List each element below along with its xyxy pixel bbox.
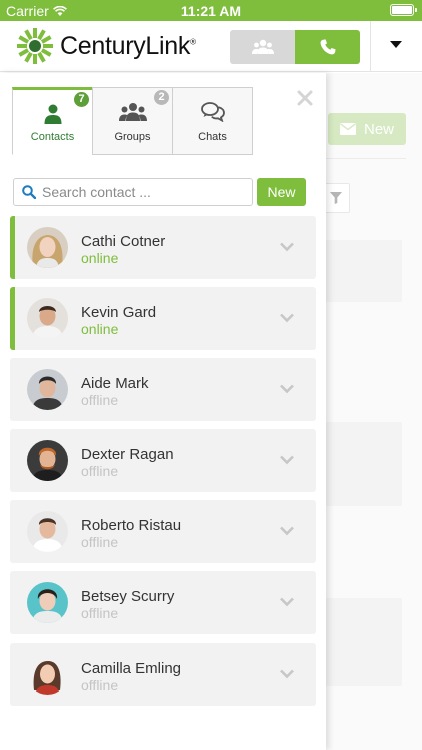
background-card xyxy=(326,422,402,506)
contact-name: Kevin Gard xyxy=(81,304,157,321)
header-divider xyxy=(370,21,371,72)
group-icon xyxy=(118,103,147,121)
logo-wordmark: CenturyLink® xyxy=(60,31,196,60)
contact-name: Aide Mark xyxy=(81,375,149,392)
contact-status: offline xyxy=(81,534,119,550)
background-new-label: New xyxy=(364,120,395,138)
tab-contacts-label: Contacts xyxy=(30,131,75,143)
chevron-down-icon[interactable] xyxy=(280,242,294,252)
background-divider xyxy=(326,158,406,159)
contact-name: Betsey Scurry xyxy=(81,588,175,605)
drawer-tabs: 7 Contacts 2 Groups Chats xyxy=(12,87,253,155)
phone-mode-button[interactable] xyxy=(295,30,360,64)
contact-status: online xyxy=(81,321,119,337)
group-icon xyxy=(251,39,274,54)
chevron-down-icon[interactable] xyxy=(280,313,294,323)
contact-status: offline xyxy=(81,392,119,408)
contact-status: offline xyxy=(81,605,119,621)
tab-chats-label: Chats xyxy=(198,131,227,143)
centurylink-logo-icon xyxy=(17,28,53,64)
contact-item[interactable]: Roberto Ristau offline xyxy=(10,500,316,563)
contact-status: offline xyxy=(81,463,119,479)
status-time: 11:21 AM xyxy=(180,3,242,19)
app-header: CenturyLink® xyxy=(0,21,422,72)
contact-item[interactable]: Aide Mark offline xyxy=(10,358,316,421)
envelope-icon xyxy=(340,123,356,135)
contact-item[interactable]: Cathi Cotner online xyxy=(10,216,316,279)
avatar xyxy=(27,654,68,695)
status-bar: Carrier 11:21 AM xyxy=(0,0,422,21)
contact-item[interactable]: Camilla Emling offline xyxy=(10,643,316,706)
person-icon xyxy=(44,104,61,124)
mode-switch xyxy=(230,30,360,64)
avatar xyxy=(27,440,68,481)
battery-icon xyxy=(390,4,417,16)
search-icon xyxy=(22,185,36,199)
groups-mode-button[interactable] xyxy=(230,30,295,64)
chat-bubbles-icon xyxy=(200,102,225,122)
contacts-drawer: 7 Contacts 2 Groups Chats Search contact… xyxy=(0,73,326,750)
contact-name: Roberto Ristau xyxy=(81,517,182,534)
tab-chats[interactable]: Chats xyxy=(172,87,253,155)
chevron-down-icon[interactable] xyxy=(280,384,294,394)
avatar xyxy=(27,582,68,623)
contact-item[interactable]: Dexter Ragan offline xyxy=(10,429,316,492)
menu-dropdown-icon[interactable] xyxy=(390,41,402,48)
contact-name: Dexter Ragan xyxy=(81,446,174,463)
tab-groups[interactable]: 2 Groups xyxy=(92,87,173,155)
phone-icon xyxy=(320,39,336,55)
contact-status: offline xyxy=(81,677,119,693)
background-new-button[interactable]: New xyxy=(328,113,406,145)
tab-contacts[interactable]: 7 Contacts xyxy=(12,87,93,155)
avatar xyxy=(27,369,68,410)
centurylink-logo: CenturyLink® xyxy=(16,27,196,65)
new-contact-button[interactable]: New xyxy=(257,178,306,206)
contact-item[interactable]: Kevin Gard online xyxy=(10,287,316,350)
avatar xyxy=(27,298,68,339)
search-field[interactable] xyxy=(13,178,253,206)
filter-icon xyxy=(330,192,342,204)
search-input[interactable] xyxy=(42,184,247,200)
avatar xyxy=(27,227,68,268)
chevron-down-icon[interactable] xyxy=(280,526,294,536)
contact-name: Camilla Emling xyxy=(81,660,182,677)
chevron-down-icon[interactable] xyxy=(280,669,294,679)
contact-status: online xyxy=(81,250,119,266)
contact-item[interactable]: Betsey Scurry offline xyxy=(10,571,316,634)
close-icon[interactable] xyxy=(296,89,314,107)
filter-button[interactable] xyxy=(322,183,350,213)
chevron-down-icon[interactable] xyxy=(280,455,294,465)
chevron-down-icon[interactable] xyxy=(280,597,294,607)
background-card xyxy=(326,598,402,686)
contact-name: Cathi Cotner xyxy=(81,233,166,250)
tab-groups-label: Groups xyxy=(114,131,151,143)
background-card xyxy=(326,240,402,302)
avatar xyxy=(27,511,68,552)
